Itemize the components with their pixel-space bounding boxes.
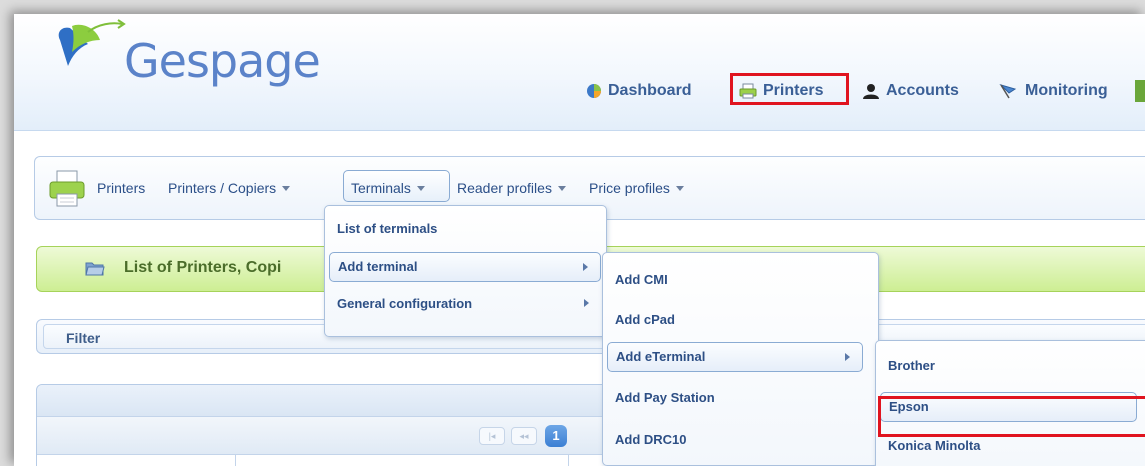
nav-overflow-icon[interactable] xyxy=(1135,80,1145,102)
dashboard-icon xyxy=(587,84,601,98)
nav-accounts-label: Accounts xyxy=(886,82,959,99)
menu-item-add-drc10-label: Add DRC10 xyxy=(615,432,687,447)
subnav-printers-copiers[interactable]: Printers / Copiers xyxy=(168,180,291,196)
menu-item-list-of-terminals-label: List of terminals xyxy=(337,221,438,236)
menu-item-add-eterminal-label: Add eTerminal xyxy=(616,349,706,364)
menu-item-add-cmi-label: Add CMI xyxy=(615,272,668,287)
column-divider xyxy=(235,455,236,466)
nav-monitoring[interactable]: Monitoring xyxy=(999,78,1108,104)
menu-item-add-terminal-label: Add terminal xyxy=(338,259,418,274)
nav-dashboard[interactable]: Dashboard xyxy=(586,78,692,104)
column-divider xyxy=(568,455,569,466)
menu-item-brother-label: Brother xyxy=(888,358,935,373)
menu-item-add-cpad-label: Add cPad xyxy=(615,312,675,327)
gespage-logo[interactable]: Gespage xyxy=(42,18,322,108)
chevron-right-icon xyxy=(845,353,850,361)
folder-icon xyxy=(85,262,105,276)
menu-item-general-configuration[interactable]: General configuration xyxy=(329,289,601,319)
filter-label: Filter xyxy=(66,330,101,346)
section-title: List of Printers, Copi xyxy=(124,259,282,276)
logo-wordmark: Gespage xyxy=(124,34,321,88)
subnav-price-profiles-label: Price profiles xyxy=(589,180,670,196)
application-window: Gespage Dashboard Printers Accounts Moni… xyxy=(14,14,1145,466)
monitoring-icon xyxy=(999,83,1017,99)
terminals-menu: List of terminals Add terminal General c… xyxy=(324,205,607,337)
add-terminal-submenu: Add CMI Add cPad Add eTerminal Add Pay S… xyxy=(602,252,879,466)
header: Gespage Dashboard Printers Accounts Moni… xyxy=(14,14,1145,131)
user-icon xyxy=(863,84,879,99)
subnav-terminals[interactable]: Terminals xyxy=(351,180,425,196)
subnav-terminals-label: Terminals xyxy=(351,180,411,196)
menu-item-add-pay-station-label: Add Pay Station xyxy=(615,390,715,405)
epson-highlight-annotation xyxy=(878,396,1145,437)
menu-item-add-pay-station[interactable]: Add Pay Station xyxy=(607,383,873,413)
menu-item-add-cpad[interactable]: Add cPad xyxy=(607,305,873,335)
subnav-printers-copiers-label: Printers / Copiers xyxy=(168,180,277,196)
prev-page-button[interactable]: ◂◂ xyxy=(511,427,537,445)
menu-item-add-cmi[interactable]: Add CMI xyxy=(607,265,873,295)
menu-item-add-drc10[interactable]: Add DRC10 xyxy=(607,425,873,455)
menu-item-brother[interactable]: Brother xyxy=(880,351,1145,381)
chevron-down-icon xyxy=(675,185,684,191)
nav-accounts[interactable]: Accounts xyxy=(862,78,959,104)
menu-item-list-of-terminals[interactable]: List of terminals xyxy=(329,214,601,244)
subnav-price-profiles[interactable]: Price profiles xyxy=(589,180,684,196)
nav-monitoring-label: Monitoring xyxy=(1025,82,1108,99)
printer-icon xyxy=(49,170,85,207)
chevron-down-icon xyxy=(416,185,425,191)
subnav-reader-profiles-label: Reader profiles xyxy=(457,180,552,196)
menu-item-add-eterminal[interactable]: Add eTerminal xyxy=(607,342,863,372)
chevron-down-icon xyxy=(282,185,291,191)
subnav-printers-label: Printers xyxy=(97,180,146,196)
logo-leaf-icon xyxy=(58,19,126,66)
first-page-button[interactable]: |◂ xyxy=(479,427,505,445)
subnav-reader-profiles[interactable]: Reader profiles xyxy=(457,180,566,196)
nav-dashboard-label: Dashboard xyxy=(608,82,692,99)
menu-item-general-configuration-label: General configuration xyxy=(337,296,473,311)
chevron-down-icon xyxy=(557,185,566,191)
subnav-printers[interactable]: Printers xyxy=(97,180,145,196)
printers-highlight-annotation xyxy=(730,73,849,105)
menu-item-konica-minolta-label: Konica Minolta xyxy=(888,438,981,453)
chevron-right-icon xyxy=(583,263,588,271)
chevron-right-icon xyxy=(584,299,589,307)
menu-item-add-terminal[interactable]: Add terminal xyxy=(329,252,601,282)
current-page-badge[interactable]: 1 xyxy=(545,425,567,447)
